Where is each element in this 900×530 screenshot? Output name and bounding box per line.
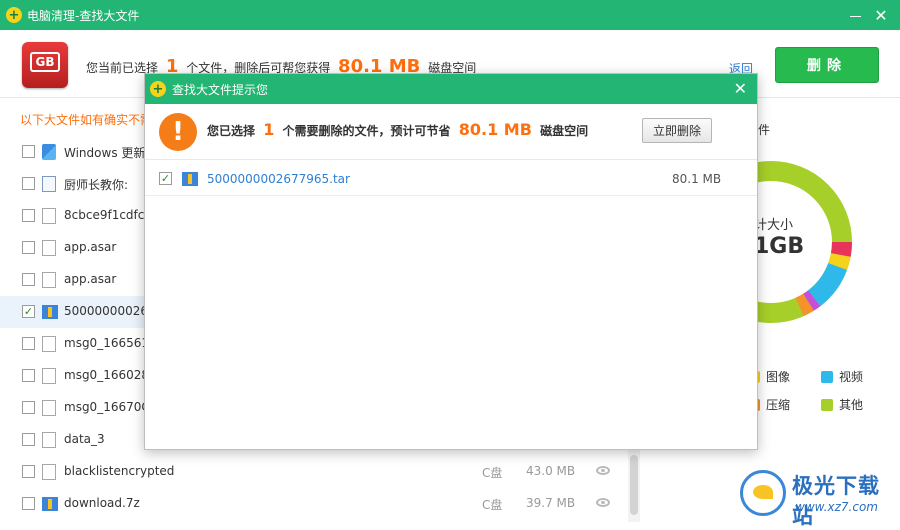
file-name: 8cbce9f1cdfcc xyxy=(64,208,151,222)
file-checkbox[interactable] xyxy=(22,401,35,414)
hint-text: 以下大文件如有确实不需要 xyxy=(20,113,165,127)
document-icon xyxy=(42,176,56,192)
legend-label: 图像 xyxy=(766,370,791,384)
scrollbar-thumb[interactable] xyxy=(630,455,638,515)
archive-icon xyxy=(42,497,58,511)
dialog-count: 1 xyxy=(263,120,275,139)
minimize-icon[interactable] xyxy=(842,0,868,30)
dialog-file-row[interactable]: ✓ 5000000002677965.tar 80.1 MB xyxy=(145,160,757,196)
legend-label: 视频 xyxy=(839,370,864,384)
preview-eye-icon[interactable] xyxy=(596,498,610,507)
app-logo-icon: + xyxy=(150,81,166,97)
file-icon xyxy=(42,208,56,224)
file-checkbox[interactable] xyxy=(22,433,35,446)
file-name: Windows 更新 xyxy=(64,146,146,160)
donut-label: 计大小 xyxy=(754,218,794,233)
file-icon xyxy=(42,336,56,352)
file-icon xyxy=(42,368,56,384)
title-bar: + 电脑清理-查找大文件 ✕ xyxy=(0,0,900,30)
file-name: app.asar xyxy=(64,272,117,286)
dialog-message: 您已选择 1 个需要删除的文件，预计可节省 80.1 MB 磁盘空间 xyxy=(207,120,588,139)
file-row[interactable]: download.7z C盘 39.7 MB xyxy=(0,488,628,520)
archive-icon xyxy=(182,172,198,186)
file-checkbox[interactable] xyxy=(22,369,35,382)
donut-value: 1GB xyxy=(754,234,805,259)
legend-video: 视频 xyxy=(821,368,863,385)
warning-icon: ! xyxy=(159,113,197,151)
delete-now-button[interactable]: 立即删除 xyxy=(642,118,712,143)
legend-other: 其他 xyxy=(821,396,863,413)
file-name: blacklistencrypted xyxy=(64,464,175,478)
file-icon xyxy=(42,400,56,416)
dialog-close-icon[interactable]: ✕ xyxy=(734,79,747,98)
dialog-file-name[interactable]: 5000000002677965.tar xyxy=(207,172,350,186)
windows-icon xyxy=(42,144,56,160)
file-name: data_3 xyxy=(64,432,105,446)
dialog-msg-middle: 个需要删除的文件，预计可节省 xyxy=(282,124,451,138)
file-size: 39.7 MB xyxy=(526,496,576,510)
dialog-summary: ! 您已选择 1 个需要删除的文件，预计可节省 80.1 MB 磁盘空间 立即删… xyxy=(145,104,757,160)
archive-icon xyxy=(42,305,58,319)
dialog-msg-suffix: 磁盘空间 xyxy=(540,124,589,138)
gb-disk-icon: GB xyxy=(22,42,68,88)
legend-swatch xyxy=(821,398,833,411)
file-checkbox[interactable] xyxy=(22,241,35,254)
app-logo-icon: + xyxy=(6,7,22,23)
legend-label: 压缩 xyxy=(766,398,791,412)
file-icon xyxy=(42,240,56,256)
close-icon[interactable]: ✕ xyxy=(868,0,894,30)
delete-button[interactable]: 删除 xyxy=(775,47,879,83)
file-checkbox[interactable] xyxy=(22,273,35,286)
file-name: msg0_166028 xyxy=(64,368,150,382)
file-icon xyxy=(42,432,56,448)
file-name: msg0_166561 xyxy=(64,336,150,350)
file-icon xyxy=(42,464,56,480)
file-checkbox[interactable] xyxy=(22,209,35,222)
watermark-url: www.xz7.com xyxy=(795,500,878,514)
dialog-msg-prefix: 您已选择 xyxy=(207,124,256,138)
legend-label: 其他 xyxy=(839,398,864,412)
file-name: app.asar xyxy=(64,240,117,254)
watermark-logo-icon xyxy=(740,470,786,516)
file-size: 43.0 MB xyxy=(526,464,576,478)
watermark: 极光下载站 www.xz7.com xyxy=(740,468,900,528)
file-checkbox[interactable] xyxy=(22,177,35,190)
file-drive: C盘 xyxy=(482,466,503,480)
dialog-size: 80.1 MB xyxy=(458,120,532,139)
file-row[interactable]: blacklistencrypted C盘 43.0 MB xyxy=(0,456,628,488)
window-title: 电脑清理-查找大文件 xyxy=(27,8,140,23)
file-checkbox[interactable] xyxy=(22,465,35,478)
file-name: 500000000267 xyxy=(64,304,156,318)
dialog-title: 查找大文件提示您 xyxy=(172,82,269,97)
legend-swatch xyxy=(821,370,833,383)
file-icon xyxy=(42,272,56,288)
file-checkbox[interactable]: ✓ xyxy=(22,305,35,318)
file-checkbox[interactable] xyxy=(22,337,35,350)
file-checkbox[interactable] xyxy=(22,497,35,510)
file-name: 厨师长教你: xyxy=(64,178,129,192)
dialog-file-size: 80.1 MB xyxy=(672,172,722,186)
dialog-file-checkbox[interactable]: ✓ xyxy=(159,172,172,185)
file-name: download.7z xyxy=(64,496,140,510)
file-checkbox[interactable] xyxy=(22,145,35,158)
confirm-dialog: + 查找大文件提示您 ✕ ! 您已选择 1 个需要删除的文件，预计可节省 80.… xyxy=(144,73,758,450)
dialog-title-bar: + 查找大文件提示您 ✕ xyxy=(145,74,757,104)
file-drive: C盘 xyxy=(482,498,503,512)
preview-eye-icon[interactable] xyxy=(596,466,610,475)
file-name: msg0_16670C xyxy=(64,400,150,414)
